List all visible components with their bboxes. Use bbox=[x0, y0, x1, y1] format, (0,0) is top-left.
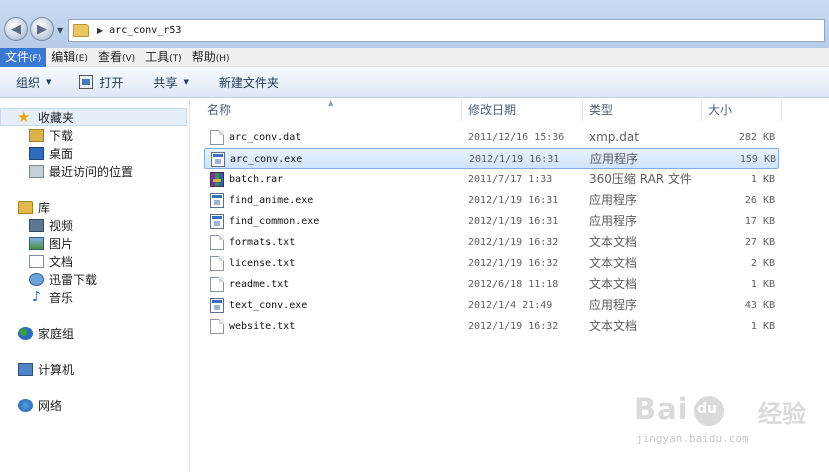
picture-icon bbox=[29, 236, 44, 250]
chevron-down-icon: ▼ bbox=[183, 78, 189, 86]
nav-pictures[interactable]: 图片 bbox=[29, 234, 73, 252]
breadcrumb-arrow-icon[interactable]: ▶ bbox=[97, 26, 103, 35]
column-header-size[interactable]: 大小 bbox=[702, 99, 782, 121]
nav-computer[interactable]: 计算机 bbox=[18, 360, 74, 378]
menu-file[interactable]: 文件(F) bbox=[0, 47, 47, 67]
file-row[interactable]: find_anime.exe 2012/1/19 16:31 应用程序 26 K… bbox=[204, 190, 779, 211]
organize-button[interactable]: 组织 ▼ bbox=[8, 70, 59, 94]
file-row[interactable]: text_conv.exe 2012/1/4 21:49 应用程序 43 KB bbox=[204, 295, 779, 316]
rar-archive-icon bbox=[210, 172, 224, 187]
baidu-jingyan-watermark: Bai 经验 jingyan.baidu.com bbox=[634, 392, 824, 462]
nav-favorites[interactable]: ★ 收藏夹 bbox=[0, 108, 187, 126]
file-row[interactable]: find_common.exe 2012/1/19 16:31 应用程序 17 … bbox=[204, 211, 779, 232]
star-icon: ★ bbox=[17, 107, 31, 126]
back-button[interactable]: ◀ bbox=[4, 17, 28, 41]
exe-file-icon bbox=[211, 152, 225, 167]
network-icon bbox=[18, 398, 33, 412]
menu-help[interactable]: 帮助(H) bbox=[187, 48, 235, 67]
watermark-url: jingyan.baidu.com bbox=[636, 432, 749, 445]
recent-places-icon bbox=[29, 164, 44, 178]
file-row[interactable]: batch.rar 2011/7/17 1:33 360压缩 RAR 文件 1 … bbox=[204, 169, 779, 190]
file-row[interactable]: arc_conv.dat 2011/12/16 15:36 xmp.dat 28… bbox=[204, 127, 779, 148]
arrow-left-icon: ◀ bbox=[11, 21, 21, 37]
nav-network[interactable]: 网络 bbox=[18, 396, 62, 414]
command-bar: 组织 ▼ 打开 共享 ▼ 新建文件夹 bbox=[0, 67, 829, 98]
desktop-icon bbox=[29, 146, 44, 160]
menu-view[interactable]: 查看(V) bbox=[93, 48, 140, 67]
recent-pages-dropdown-icon[interactable]: ▼ bbox=[57, 26, 63, 35]
homegroup-icon bbox=[18, 326, 33, 340]
nav-video[interactable]: 视频 bbox=[29, 216, 73, 234]
column-header-date[interactable]: 修改日期 bbox=[462, 99, 583, 121]
address-bar[interactable]: ▶ arc_conv_r53 bbox=[68, 19, 825, 42]
new-folder-button[interactable]: 新建文件夹 bbox=[211, 70, 287, 94]
file-row[interactable]: license.txt 2012/1/19 16:32 文本文档 2 KB bbox=[204, 253, 779, 274]
chevron-down-icon: ▼ bbox=[46, 78, 52, 86]
library-icon bbox=[18, 200, 33, 214]
text-file-icon bbox=[210, 319, 224, 334]
breadcrumb-current-folder[interactable]: arc_conv_r53 bbox=[109, 25, 181, 36]
nav-homegroup[interactable]: 家庭组 bbox=[18, 324, 74, 342]
nav-music[interactable]: ♪ 音乐 bbox=[29, 288, 73, 306]
column-header-type[interactable]: 类型 bbox=[583, 99, 702, 121]
open-button[interactable]: 打开 bbox=[71, 70, 131, 94]
nav-downloads[interactable]: 下载 bbox=[29, 126, 73, 144]
exe-file-icon bbox=[210, 298, 224, 313]
computer-icon bbox=[18, 362, 33, 376]
text-file-icon bbox=[210, 256, 224, 271]
file-row[interactable]: readme.txt 2012/6/18 11:18 文本文档 1 KB bbox=[204, 274, 779, 295]
xunlei-icon bbox=[29, 272, 44, 286]
arrow-right-icon: ▶ bbox=[37, 21, 47, 37]
nav-xunlei-downloads[interactable]: 迅雷下载 bbox=[29, 270, 97, 288]
address-toolbar: ◀ ▶ ▼ ▶ arc_conv_r53 bbox=[0, 0, 829, 48]
open-icon bbox=[79, 75, 94, 89]
nav-documents[interactable]: 文档 bbox=[29, 252, 73, 270]
forward-button[interactable]: ▶ bbox=[30, 17, 54, 41]
watermark-brand: Bai bbox=[634, 392, 689, 426]
nav-desktop[interactable]: 桌面 bbox=[29, 144, 73, 162]
navigation-pane: ★ 收藏夹 下载 桌面 最近访问的位置 库 视频 图片 文档 迅雷下载 ♪ 音乐 家… bbox=[0, 99, 190, 472]
text-file-icon bbox=[210, 277, 224, 292]
share-button[interactable]: 共享 ▼ bbox=[145, 70, 196, 94]
file-row-selected[interactable]: arc_conv.exe 2012/1/19 16:31 应用程序 159 KB bbox=[204, 148, 779, 169]
baidu-paw-icon bbox=[694, 396, 724, 426]
nav-library[interactable]: 库 bbox=[18, 198, 50, 216]
sort-ascending-icon: ▲ bbox=[328, 99, 334, 107]
document-icon bbox=[29, 254, 44, 268]
download-folder-icon bbox=[29, 128, 44, 142]
music-note-icon: ♪ bbox=[32, 288, 41, 305]
text-file-icon bbox=[210, 235, 224, 250]
exe-file-icon bbox=[210, 214, 224, 229]
file-row[interactable]: formats.txt 2012/1/19 16:32 文本文档 27 KB bbox=[204, 232, 779, 253]
watermark-brand-cn: 经验 bbox=[758, 400, 806, 428]
dat-file-icon bbox=[210, 130, 224, 145]
folder-icon bbox=[73, 24, 89, 37]
menu-edit[interactable]: 编辑(E) bbox=[46, 48, 93, 67]
file-row[interactable]: website.txt 2012/1/19 16:32 文本文档 1 KB bbox=[204, 316, 779, 337]
menu-bar: 文件(F) 编辑(E) 查看(V) 工具(T) 帮助(H) bbox=[0, 47, 829, 67]
video-icon bbox=[29, 218, 44, 232]
menu-tools[interactable]: 工具(T) bbox=[140, 48, 187, 67]
exe-file-icon bbox=[210, 193, 224, 208]
nav-recent-places[interactable]: 最近访问的位置 bbox=[29, 162, 133, 180]
